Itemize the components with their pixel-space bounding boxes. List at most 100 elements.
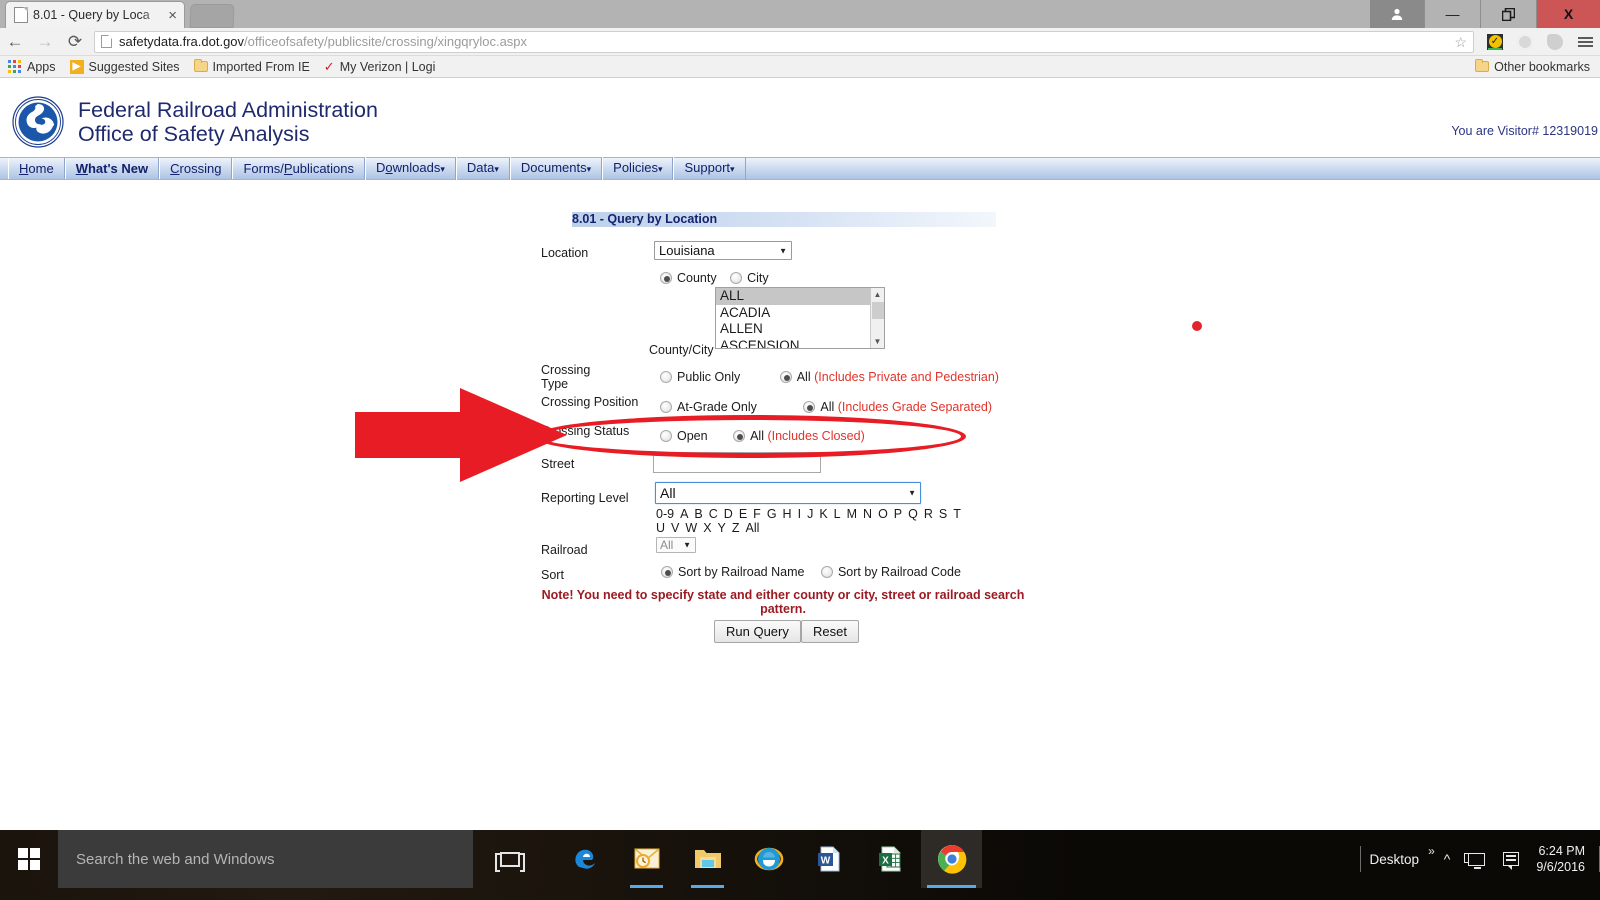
alpha-link-all[interactable]: All [746,521,760,535]
start-button[interactable] [0,830,58,888]
new-tab-button[interactable] [189,4,235,28]
alpha-link-b[interactable]: B [694,507,702,521]
alpha-link-x[interactable]: X [703,521,711,535]
alpha-link-j[interactable]: J [807,507,813,521]
alpha-link-q[interactable]: Q [908,507,918,521]
list-item[interactable]: ALL [716,288,884,305]
railroad-select-wrapper[interactable]: All [656,536,696,554]
taskbar-app-microsoft-word[interactable]: W [799,830,860,888]
extension-circle-icon[interactable] [1510,33,1540,50]
desktop-peek-label[interactable]: Desktop [1361,852,1429,867]
geo-county-radio[interactable]: County [660,271,720,285]
taskbar-app-file-explorer[interactable] [677,830,738,888]
state-select[interactable]: Louisiana [654,241,792,260]
alpha-link-v[interactable]: V [671,521,679,535]
alpha-link-e[interactable]: E [739,507,747,521]
reporting-level-select-wrapper[interactable]: All [655,482,921,504]
crossing-position-all-radio[interactable]: All (Includes Grade Separated) [803,400,992,414]
alpha-link-g[interactable]: G [767,507,777,521]
nav-item-policies[interactable]: Policies▾ [602,157,674,180]
crossing-type-all-radio[interactable]: All (Includes Private and Pedestrian) [779,370,999,384]
nav-item-downloads[interactable]: Downloads▾ [365,157,456,180]
run-query-button[interactable]: Run Query [714,620,801,643]
alpha-link-n[interactable]: N [863,507,872,521]
bookmark-star-icon[interactable]: ☆ [1454,34,1467,51]
extension-blob-icon[interactable] [1540,33,1570,50]
extension-checkmark-icon[interactable]: ✓ [1480,33,1510,50]
alpha-link-k[interactable]: K [819,507,827,521]
restore-button[interactable] [1480,0,1536,28]
chrome-menu-icon[interactable] [1570,36,1600,47]
alpha-link-y[interactable]: Y [718,521,726,535]
taskbar-app-microsoft-edge[interactable] [555,830,616,888]
action-center-icon[interactable] [1494,852,1528,870]
alpha-link-d[interactable]: D [724,507,733,521]
tray-overflow-icon[interactable]: » [1428,844,1435,858]
list-item[interactable]: ASCENSION [716,338,884,349]
alpha-link-0-9[interactable]: 0-9 [656,507,674,521]
radio-icon[interactable] [730,272,743,284]
alpha-link-a[interactable]: A [680,507,688,521]
crossing-position-atgrade-radio[interactable]: At-Grade Only [660,400,760,414]
nav-item-data[interactable]: Data▾ [455,157,510,180]
alpha-link-t[interactable]: T [953,507,961,521]
radio-icon[interactable] [660,401,672,413]
scroll-down-icon[interactable]: ▼ [871,335,884,348]
back-icon[interactable]: ← [0,33,30,50]
sort-by-name-radio[interactable]: Sort by Railroad Name [661,565,808,579]
minimize-button[interactable]: — [1424,0,1480,28]
listbox-scrollbar[interactable]: ▲ ▼ [870,288,884,348]
other-bookmarks-button[interactable]: Other bookmarks [1475,59,1590,74]
nav-item-home[interactable]: Home [8,158,65,179]
page-info-icon[interactable] [101,35,112,48]
alpha-link-z[interactable]: Z [732,521,740,535]
taskbar-clock[interactable]: 6:24 PM 9/6/2016 [1528,843,1599,875]
radio-icon[interactable] [820,566,833,578]
reset-button[interactable]: Reset [801,620,859,643]
browser-tab[interactable]: 8.01 - Query by Loca × [6,2,184,28]
bookmark-suggested-sites[interactable]: ▶ Suggested Sites [69,59,180,74]
alpha-link-c[interactable]: C [709,507,718,521]
radio-icon[interactable] [660,371,672,383]
close-window-button[interactable]: X [1536,0,1600,28]
reporting-level-select[interactable]: All [655,482,921,504]
alpha-link-s[interactable]: S [939,507,947,521]
alpha-link-o[interactable]: O [878,507,888,521]
radio-icon[interactable] [779,371,792,383]
alpha-link-f[interactable]: F [753,507,761,521]
close-tab-icon[interactable]: × [165,8,180,23]
crossing-type-public-radio[interactable]: Public Only [660,370,744,384]
nav-item-whats-new[interactable]: What's New [64,158,160,179]
nav-item-documents[interactable]: Documents▾ [509,157,603,180]
list-item[interactable]: ALLEN [716,321,884,338]
show-hidden-icons-chevron-up-icon[interactable]: ^ [1435,851,1460,867]
alpha-link-i[interactable]: I [798,507,801,521]
county-city-listbox[interactable]: ALL ACADIA ALLEN ASCENSION ▲ ▼ [715,287,885,349]
list-item[interactable]: ACADIA [716,305,884,322]
radio-icon[interactable] [661,566,673,578]
sort-by-code-radio[interactable]: Sort by Railroad Code [820,565,961,579]
alpha-link-h[interactable]: H [783,507,792,521]
railroad-select[interactable]: All [656,537,696,553]
taskbar-app-outlook[interactable] [616,830,677,888]
radio-icon[interactable] [660,272,672,284]
geo-city-radio[interactable]: City [730,271,769,285]
taskbar-app-internet-explorer[interactable] [738,830,799,888]
bookmark-imported-from-ie[interactable]: Imported From IE [193,59,310,74]
scroll-up-icon[interactable]: ▲ [871,288,884,301]
forward-icon[interactable]: → [30,33,60,50]
alpha-link-u[interactable]: U [656,521,665,535]
alpha-link-w[interactable]: W [685,521,697,535]
scrollbar-thumb[interactable] [872,302,884,319]
alpha-link-m[interactable]: M [847,507,857,521]
radio-icon[interactable] [803,401,816,413]
bookmark-apps[interactable]: Apps [8,60,56,74]
nav-item-support[interactable]: Support▾ [673,157,746,180]
nav-item-crossing[interactable]: Crossing [159,158,233,179]
profile-icon[interactable] [1370,0,1424,28]
state-select-wrapper[interactable]: Louisiana [654,241,792,260]
alpha-link-p[interactable]: P [894,507,902,521]
taskbar-app-google-chrome[interactable] [921,830,982,888]
taskbar-app-microsoft-excel[interactable]: X [860,830,921,888]
reload-icon[interactable]: ⟳ [60,33,90,50]
